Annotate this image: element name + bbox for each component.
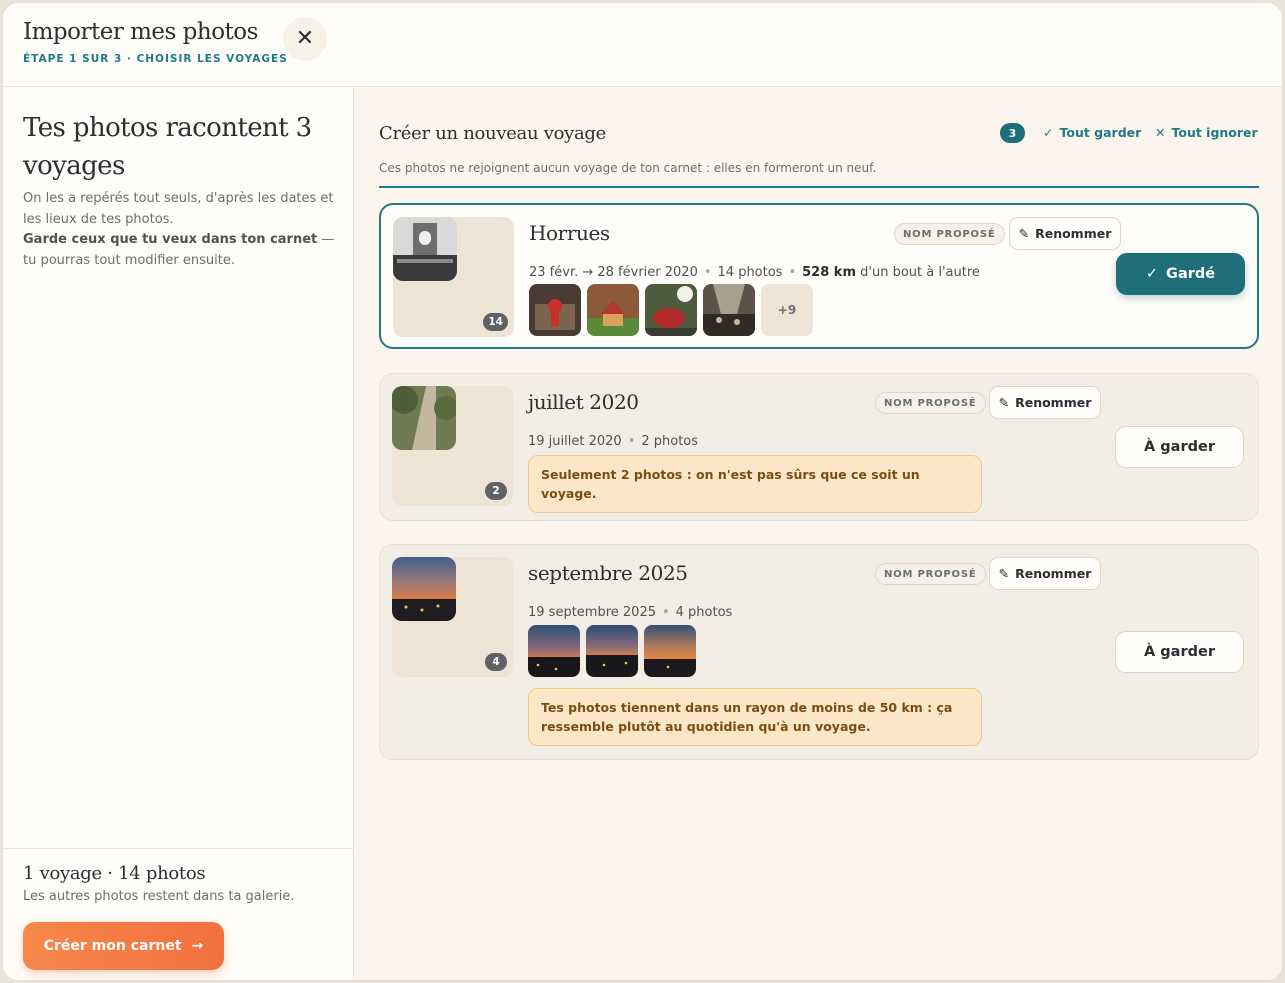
- create-notebook-label: Créer mon carnet: [43, 938, 182, 954]
- cover-photo-count: 2: [485, 482, 507, 500]
- suggested-name-tag: NOM PROPOSÉ: [875, 563, 986, 585]
- trip-thumbnails: [528, 625, 696, 677]
- cover-photo: [392, 386, 456, 450]
- trip-card[interactable]: 2 juillet 2020 NOM PROPOSÉ ✎ Renommer 19…: [379, 373, 1259, 521]
- more-photos-button[interactable]: +9: [761, 284, 813, 336]
- import-modal: Importer mes photos ÉTAPE 1 SUR 3 · CHOI…: [2, 2, 1283, 981]
- ignore-all-label: Tout ignorer: [1171, 125, 1258, 140]
- photo-thumbnail[interactable]: [644, 625, 696, 677]
- selection-summary: 1 voyage · 14 photos: [23, 863, 206, 884]
- pencil-icon: ✎: [998, 566, 1010, 581]
- keep-all-label: Tout garder: [1059, 125, 1142, 140]
- step-indicator: ÉTAPE 1 SUR 3 · CHOISIR LES VOYAGES: [23, 53, 288, 65]
- create-notebook-button[interactable]: Créer mon carnet →: [23, 922, 224, 970]
- sidebar: Tes photos racontent 3 voyages On les a …: [3, 87, 354, 980]
- trip-warning: Tes photos tiennent dans un rayon de moi…: [528, 688, 982, 746]
- trip-card[interactable]: 4 septembre 2025 NOM PROPOSÉ ✎ Renommer …: [379, 544, 1259, 760]
- keep-label: Gardé: [1166, 266, 1216, 282]
- keep-all-button[interactable]: ✓ Tout garder: [1043, 125, 1141, 140]
- section-title: Créer un nouveau voyage: [379, 123, 606, 144]
- section-divider: [379, 186, 1259, 188]
- trip-photo-count: 14 photos: [717, 265, 783, 280]
- trip-name: septembre 2025: [528, 561, 688, 585]
- trip-photo-count: 2 photos: [641, 434, 699, 449]
- section-description: Ces photos ne rejoignent aucun voyage de…: [379, 161, 877, 175]
- rename-label: Renommer: [1035, 226, 1112, 241]
- photo-thumbnail[interactable]: [645, 284, 697, 336]
- rename-button[interactable]: ✎ Renommer: [989, 386, 1101, 419]
- sidebar-text-1: On les a repérés tout seuls, d'après les…: [23, 191, 334, 227]
- trip-distance-value: 528 km: [802, 265, 856, 280]
- sidebar-title: Tes photos racontent 3 voyages: [23, 113, 312, 181]
- ignore-all-button[interactable]: ✕ Tout ignorer: [1155, 125, 1258, 140]
- trip-name: juillet 2020: [528, 390, 639, 414]
- keep-label: À garder: [1144, 644, 1215, 660]
- photo-thumbnail[interactable]: [587, 284, 639, 336]
- suggested-name-tag: NOM PROPOSÉ: [875, 392, 986, 414]
- rename-label: Renommer: [1015, 566, 1092, 581]
- main-panel: Créer un nouveau voyage 3 ✓ Tout garder …: [355, 87, 1282, 980]
- sidebar-description: On les a repérés tout seuls, d'après les…: [23, 189, 338, 271]
- trip-dates: 23 févr. → 28 février 2020: [529, 265, 698, 280]
- trip-meta: 19 septembre 2025 • 4 photos: [528, 605, 733, 620]
- rename-button[interactable]: ✎ Renommer: [989, 557, 1101, 590]
- trip-warning: Seulement 2 photos : on n'est pas sûrs q…: [528, 455, 982, 513]
- trip-meta: 19 juillet 2020 • 2 photos: [528, 434, 699, 449]
- trip-cover[interactable]: 2: [392, 386, 513, 506]
- cover-photo-count: 4: [485, 653, 507, 671]
- photo-thumbnail[interactable]: [528, 625, 580, 677]
- trip-thumbnails: +9: [529, 284, 813, 336]
- cover-photo-count: 14: [483, 313, 508, 331]
- trip-dates: 19 septembre 2025: [528, 605, 656, 620]
- check-icon: ✓: [1145, 266, 1159, 282]
- close-button[interactable]: ✕: [283, 17, 327, 61]
- trip-card[interactable]: 14 Horrues NOM PROPOSÉ ✎ Renommer 23 fév…: [379, 203, 1259, 349]
- trip-photo-count: 4 photos: [675, 605, 733, 620]
- cover-photo: [392, 557, 456, 621]
- trip-meta: 23 févr. → 28 février 2020 • 14 photos • 528…: [529, 265, 980, 280]
- arrow-right-icon: →: [191, 938, 204, 954]
- close-icon: ✕: [295, 26, 315, 51]
- suggested-name-tag: NOM PROPOSÉ: [894, 223, 1005, 245]
- trip-dates: 19 juillet 2020: [528, 434, 622, 449]
- trip-name: Horrues: [529, 221, 610, 245]
- sidebar-text-bold: Garde ceux que tu veux dans ton carnet: [23, 232, 318, 247]
- check-icon: ✓: [1043, 125, 1054, 140]
- keep-label: À garder: [1144, 439, 1215, 455]
- cover-photo: [393, 217, 457, 281]
- rename-button[interactable]: ✎ Renommer: [1009, 217, 1121, 250]
- keep-toggle[interactable]: À garder: [1115, 426, 1244, 468]
- modal-header: Importer mes photos ÉTAPE 1 SUR 3 · CHOI…: [3, 3, 1282, 87]
- trip-count-badge: 3: [1000, 123, 1025, 143]
- sidebar-footer: 1 voyage · 14 photos Les autres photos r…: [3, 848, 353, 980]
- keep-toggle[interactable]: À garder: [1115, 631, 1244, 673]
- photo-thumbnail[interactable]: [703, 284, 755, 336]
- modal-title: Importer mes photos: [23, 19, 258, 45]
- trip-distance-label: d'un bout à l'autre: [860, 265, 980, 280]
- photo-thumbnail[interactable]: [529, 284, 581, 336]
- trip-cover[interactable]: 4: [392, 557, 513, 677]
- x-icon: ✕: [1155, 125, 1166, 140]
- photo-thumbnail[interactable]: [586, 625, 638, 677]
- keep-toggle[interactable]: ✓ Gardé: [1116, 253, 1245, 295]
- pencil-icon: ✎: [1018, 226, 1030, 241]
- trip-cover[interactable]: 14: [393, 217, 514, 337]
- selection-note: Les autres photos restent dans ta galeri…: [23, 889, 295, 904]
- pencil-icon: ✎: [998, 395, 1010, 410]
- rename-label: Renommer: [1015, 395, 1092, 410]
